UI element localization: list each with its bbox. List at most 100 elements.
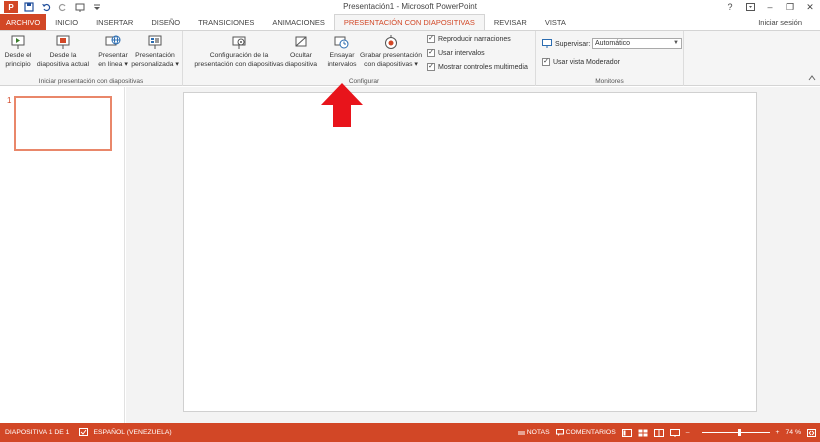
red-arrow-annotation <box>320 82 364 128</box>
ribbon-tabs: ARCHIVO INICIO INSERTAR DISEÑO TRANSICIO… <box>0 14 820 30</box>
reading-view-icon[interactable] <box>653 428 664 437</box>
custom-slideshow-label-2: personalizada ▾ <box>131 61 179 68</box>
from-current-slide-button[interactable]: Desde la diapositiva actual <box>32 33 94 69</box>
hide-slide-label-1: Ocultar <box>290 52 312 59</box>
zoom-thumb[interactable] <box>737 429 741 436</box>
comments-button[interactable]: COMENTARIOS <box>555 429 616 436</box>
comments-label: COMENTARIOS <box>565 429 616 436</box>
tab-slideshow[interactable]: PRESENTACIÓN CON DIAPOSITIVAS <box>333 14 485 30</box>
record-slideshow-button[interactable]: Grabar presentación con diapositivas ▾ <box>359 33 423 69</box>
fit-to-window-icon[interactable] <box>807 428 816 437</box>
tab-insert[interactable]: INSERTAR <box>87 14 142 30</box>
slide-thumbnail-pane: 1 <box>0 87 125 423</box>
from-current-label-2: diapositiva actual <box>36 61 90 68</box>
tab-transitions[interactable]: TRANSICIONES <box>189 14 263 30</box>
monitor-label: Supervisar: <box>555 41 591 48</box>
tab-home[interactable]: INICIO <box>46 14 87 30</box>
custom-slideshow-icon <box>146 33 164 51</box>
proofing-icon[interactable] <box>79 427 89 438</box>
status-bar: DIAPOSITIVA 1 DE 1 ESPAÑOL (VENEZUELA) N… <box>0 423 820 442</box>
show-media-controls-check-icon: ✓ <box>427 63 435 71</box>
zoom-slider[interactable] <box>696 429 770 436</box>
slide-sorter-icon[interactable] <box>638 429 648 437</box>
tab-animations[interactable]: ANIMACIONES <box>263 14 334 30</box>
rehearse-timings-label-1: Ensayar <box>329 52 355 59</box>
close-icon[interactable]: ✕ <box>800 0 820 14</box>
language-status[interactable]: ESPAÑOL (VENEZUELA) <box>93 429 171 436</box>
from-beginning-label-1: Desde el <box>4 52 32 59</box>
zoom-out-button[interactable]: – <box>686 429 690 436</box>
tab-file[interactable]: ARCHIVO <box>0 14 47 30</box>
hide-slide-label-2: diapositiva <box>284 61 318 68</box>
slideshow-view-icon[interactable] <box>669 428 680 437</box>
monitor-setting: Supervisar: <box>542 39 590 50</box>
hide-slide-button[interactable]: Ocultar diapositiva <box>283 33 319 69</box>
monitor-select[interactable]: Automático ▼ <box>592 38 682 49</box>
setup-slideshow-icon <box>230 33 248 51</box>
ribbon-display-icon[interactable] <box>740 0 760 14</box>
chevron-down-icon: ▼ <box>673 40 679 46</box>
hide-slide-icon <box>292 33 310 51</box>
monitor-select-value: Automático <box>595 40 631 47</box>
from-current-label-1: Desde la <box>49 52 77 59</box>
globe-icon <box>104 33 122 51</box>
setup-slideshow-label-2: presentación con diapositivas <box>194 61 284 68</box>
zoom-track <box>701 429 770 436</box>
group-start-label: Iniciar presentación con diapositivas <box>38 78 144 85</box>
notes-label: NOTAS <box>526 429 550 436</box>
from-beginning-label-2: principio <box>5 61 31 68</box>
tab-view[interactable]: VISTA <box>536 14 575 30</box>
slide-number: 1 <box>7 96 12 105</box>
show-media-controls-label: Mostrar controles multimedia <box>438 63 528 71</box>
play-narrations-label: Reproducir narraciones <box>438 35 511 43</box>
play-narrations-checkbox[interactable]: ✓ Reproducir narraciones <box>427 35 511 43</box>
use-timings-label: Usar intervalos <box>438 49 485 57</box>
notes-button[interactable]: NOTAS <box>517 429 550 436</box>
custom-slideshow-label-1: Presentación <box>135 52 175 59</box>
signin-link[interactable]: Iniciar sesión <box>758 18 802 27</box>
custom-slideshow-button[interactable]: Presentación personalizada ▾ <box>130 33 180 69</box>
setup-slideshow-label-1: Configuración de la <box>209 52 269 59</box>
tab-review[interactable]: REVISAR <box>485 14 536 30</box>
show-media-controls-checkbox[interactable]: ✓ Mostrar controles multimedia <box>427 63 528 71</box>
slideshow-start-icon <box>9 33 27 51</box>
zoom-in-button[interactable]: + <box>776 429 780 436</box>
group-monitors-label: Monitores <box>595 78 624 85</box>
from-beginning-button[interactable]: Desde el principio <box>2 33 34 69</box>
record-slideshow-label-2: con diapositivas ▾ <box>364 61 418 68</box>
tab-design[interactable]: DISEÑO <box>142 14 189 30</box>
slide-thumbnail[interactable] <box>14 96 112 151</box>
presenter-view-checkbox[interactable]: ✓ Usar vista Moderador <box>542 58 620 66</box>
rehearse-timings-icon <box>333 33 351 51</box>
window-controls: ? – ❐ ✕ <box>720 0 820 14</box>
group-start-slideshow: Desde el principio Desde la diapositiva … <box>0 31 183 86</box>
rehearse-timings-button[interactable]: Ensayar intervalos <box>323 33 361 69</box>
slide-canvas[interactable] <box>183 92 757 412</box>
use-timings-check-icon: ✓ <box>427 49 435 57</box>
restore-icon[interactable]: ❐ <box>780 0 800 14</box>
play-narrations-check-icon: ✓ <box>427 35 435 43</box>
status-right-controls: NOTAS COMENTARIOS – + 74 % <box>512 423 816 442</box>
setup-slideshow-button[interactable]: Configuración de la presentación con dia… <box>187 33 291 69</box>
present-online-label-1: Presentar <box>98 52 128 59</box>
group-setup: Configuración de la presentación con dia… <box>183 31 536 86</box>
normal-view-icon[interactable] <box>621 428 632 437</box>
monitor-icon <box>542 39 552 50</box>
present-online-button[interactable]: Presentar en línea ▾ <box>96 33 130 69</box>
presenter-view-label: Usar vista Moderador <box>553 58 620 66</box>
record-icon <box>382 33 400 51</box>
window-title: Presentación1 - Microsoft PowerPoint <box>343 2 477 11</box>
slide-editor-area <box>126 87 820 423</box>
record-slideshow-label-1: Grabar presentación <box>360 52 422 59</box>
use-timings-checkbox[interactable]: ✓ Usar intervalos <box>427 49 485 57</box>
help-icon[interactable]: ? <box>720 0 740 14</box>
collapse-ribbon-icon[interactable] <box>808 75 816 83</box>
rehearse-timings-label-2: intervalos <box>327 61 357 68</box>
ribbon: Desde el principio Desde la diapositiva … <box>0 30 820 86</box>
title-bar: P Presentación1 - Microsoft PowerPoint ?… <box>0 0 820 14</box>
slide-count: DIAPOSITIVA 1 DE 1 <box>5 429 70 436</box>
minimize-icon[interactable]: – <box>760 0 780 14</box>
zoom-level[interactable]: 74 % <box>786 429 802 436</box>
present-online-label-2: en línea ▾ <box>98 61 128 68</box>
presenter-view-check-icon: ✓ <box>542 58 550 66</box>
